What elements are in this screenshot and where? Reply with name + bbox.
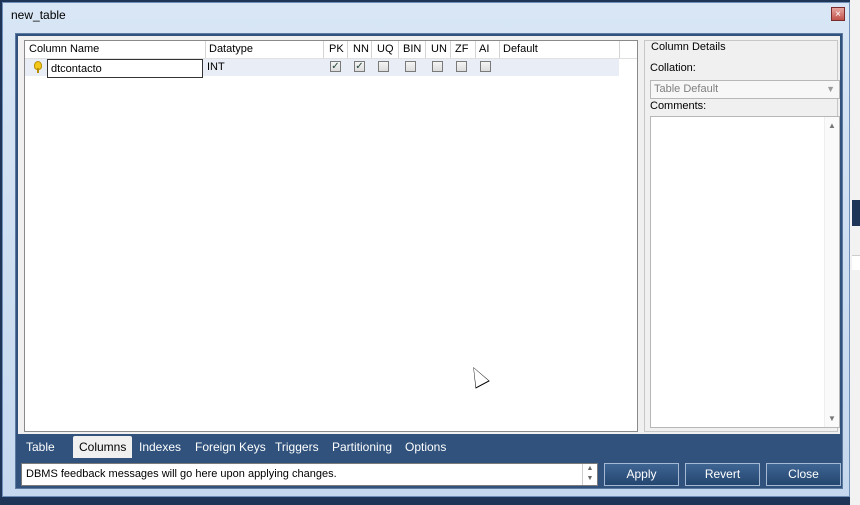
comments-scrollbar[interactable]: ▲ ▼ <box>824 117 839 427</box>
title-bar[interactable]: new_table × <box>3 3 849 27</box>
comments-textarea[interactable]: ▲ ▼ <box>650 116 840 428</box>
column-name-field[interactable] <box>47 59 203 78</box>
background-app <box>850 0 860 505</box>
comments-label: Comments: <box>650 100 707 112</box>
apply-button[interactable]: Apply <box>604 463 679 486</box>
tab-partitioning[interactable]: Partitioning <box>326 436 398 458</box>
scroll-up-icon[interactable]: ▲ <box>828 121 836 130</box>
zf-checkbox[interactable] <box>456 61 467 72</box>
header-datatype[interactable]: Datatype <box>209 43 253 55</box>
editor-panel: Column Name Datatype PK NN UQ BIN UN ZF <box>15 33 843 489</box>
pk-checkbox[interactable]: ✓ <box>330 61 341 72</box>
tab-bar: Table Columns Indexes Foreign Keys Trigg… <box>18 436 840 458</box>
nn-checkbox[interactable]: ✓ <box>354 61 365 72</box>
column-details-panel: Column Details Collation: Table Default … <box>644 40 840 432</box>
background-block <box>852 255 860 270</box>
datatype-cell[interactable]: INT <box>207 61 225 73</box>
collation-select[interactable]: Table Default ▼ <box>650 80 840 99</box>
table-row[interactable]: INT ✓ ✓ <box>25 59 619 78</box>
tab-foreign-keys[interactable]: Foreign Keys <box>189 436 272 458</box>
columns-grid: Column Name Datatype PK NN UQ BIN UN ZF <box>24 40 638 432</box>
background-block <box>852 200 860 226</box>
header-zf[interactable]: ZF <box>455 43 468 55</box>
grid-header: Column Name Datatype PK NN UQ BIN UN ZF <box>25 41 637 59</box>
header-ai[interactable]: AI <box>479 43 489 55</box>
chevron-down-icon[interactable]: ▼ <box>826 81 835 98</box>
status-scroll[interactable]: ▲ ▼ <box>582 464 597 485</box>
window-title: new_table <box>11 8 66 22</box>
close-button[interactable]: Close <box>766 463 841 486</box>
collation-label: Collation: <box>650 62 696 74</box>
header-un[interactable]: UN <box>431 43 447 55</box>
scroll-down-icon[interactable]: ▼ <box>828 414 836 423</box>
tab-columns[interactable]: Columns <box>73 436 133 458</box>
table-editor-window: new_table × Column Name Datatype PK NN U… <box>2 2 850 497</box>
default-cell[interactable] <box>499 59 619 76</box>
header-uq[interactable]: UQ <box>377 43 394 55</box>
tab-indexes[interactable]: Indexes <box>133 436 187 458</box>
tab-table[interactable]: Table <box>20 436 61 458</box>
tab-content: Column Name Datatype PK NN UQ BIN UN ZF <box>18 36 840 434</box>
header-column-name[interactable]: Column Name <box>29 43 99 55</box>
header-bin[interactable]: BIN <box>403 43 421 55</box>
header-pk[interactable]: PK <box>329 43 344 55</box>
header-default[interactable]: Default <box>503 43 538 55</box>
close-icon[interactable]: × <box>831 7 845 21</box>
tab-options[interactable]: Options <box>399 436 452 458</box>
status-message: DBMS feedback messages will go here upon… <box>26 468 337 480</box>
bin-checkbox[interactable] <box>405 61 416 72</box>
ai-checkbox[interactable] <box>480 61 491 72</box>
un-checkbox[interactable] <box>432 61 443 72</box>
collation-value: Table Default <box>654 83 719 95</box>
details-title: Column Details <box>651 41 726 53</box>
uq-checkbox[interactable] <box>378 61 389 72</box>
key-icon <box>37 68 39 73</box>
header-nn[interactable]: NN <box>353 43 369 55</box>
status-message-box[interactable]: DBMS feedback messages will go here upon… <box>21 463 598 486</box>
revert-button[interactable]: Revert <box>685 463 760 486</box>
tab-triggers[interactable]: Triggers <box>269 436 325 458</box>
